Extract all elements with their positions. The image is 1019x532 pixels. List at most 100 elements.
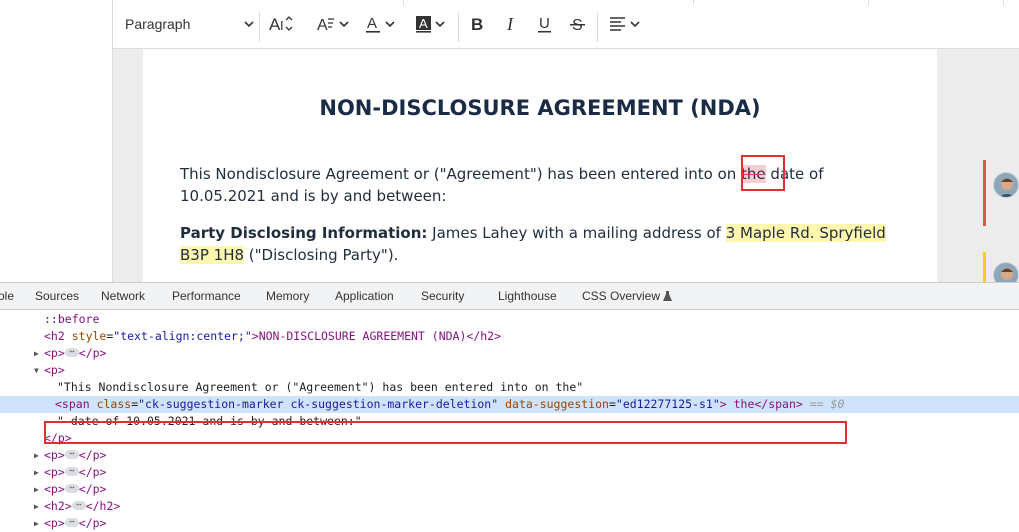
expand-arrow-icon[interactable]: ▶ (34, 345, 39, 362)
user-avatar[interactable] (993, 172, 1019, 198)
p-close-tag: </p> (78, 482, 107, 496)
elements-tree: ::before <h2 style="text-align:center;">… (0, 310, 1019, 530)
font-background-icon: A (416, 16, 445, 33)
h2-text: >NON-DISCLOSURE AGREEMENT (NDA)</h2> (251, 329, 502, 343)
svg-text:I: I (506, 14, 514, 34)
paragraph-1-text-start: This Nondisclosure Agreement or ("Agreem… (180, 165, 742, 183)
text-node-content: "This Nondisclosure Agreement or ("Agree… (57, 380, 584, 394)
font-color-button[interactable]: A (365, 0, 403, 48)
tab-application[interactable]: Application (335, 289, 394, 303)
dom-node-p-expanded[interactable]: ▼ <p> (0, 362, 1019, 379)
document-paragraph-1[interactable]: This Nondisclosure Agreement or ("Agreem… (180, 163, 900, 207)
dom-node-p-collapsed-4[interactable]: ▶ <p> ⋯ </p> (0, 481, 1019, 498)
pseudo-before: ::before (44, 312, 100, 326)
party-disclosing-label: Party Disclosing Information: (180, 224, 428, 242)
h2-open-tag: <h2> (44, 499, 72, 513)
selected-node-highlight-box (44, 421, 847, 444)
p-close-tag: </p> (78, 465, 107, 479)
paragraph-2-text-end: ("Disclosing Party"). (244, 246, 399, 264)
dom-node-p-collapsed-2[interactable]: ▶ <p> ⋯ </p> (0, 447, 1019, 464)
dom-node-span-selected[interactable]: <span class="ck-suggestion-marker ck-sug… (0, 396, 1019, 413)
suggestion-thread-marker[interactable] (983, 160, 986, 226)
ellipsis-icon[interactable]: ⋯ (64, 348, 79, 357)
span-class-attr: class (96, 397, 132, 411)
font-size-button[interactable]: A I (269, 0, 307, 48)
align-left-icon (610, 17, 640, 31)
tab-console[interactable]: ole (0, 289, 14, 303)
underline-button[interactable]: U (537, 0, 553, 48)
devtools-panel: ole Sources Network Performance Memory A… (0, 282, 1019, 530)
paragraph-select-label: Paragraph (125, 16, 191, 32)
selected-node-marker: == $0 (809, 397, 845, 411)
span-text: > the</span> (719, 397, 803, 411)
comment-thread-marker[interactable] (983, 252, 986, 282)
p-close-tag: </p> (78, 516, 107, 530)
tab-css-overview[interactable]: CSS Overview (582, 289, 673, 303)
underline-icon: U (538, 15, 551, 33)
font-family-button[interactable]: A (317, 0, 355, 48)
h2-close-tag: </h2> (85, 499, 121, 513)
svg-text:B: B (471, 15, 483, 34)
dom-node-h2[interactable]: <h2 style="text-align:center;">NON-DISCL… (0, 328, 1019, 345)
paragraph-select[interactable]: Paragraph (125, 0, 255, 48)
tab-performance[interactable]: Performance (172, 289, 241, 303)
alignment-button[interactable] (609, 0, 645, 48)
ellipsis-icon[interactable]: ⋯ (64, 450, 79, 459)
document-paragraph-2[interactable]: Party Disclosing Information: James Lahe… (180, 222, 900, 266)
svg-text:A: A (367, 15, 377, 32)
span-data-value: "ed12277125-s1" (615, 397, 720, 411)
ellipsis-icon[interactable]: ⋯ (71, 501, 86, 510)
tab-css-overview-label: CSS Overview (582, 289, 661, 303)
expand-arrow-icon[interactable]: ▶ (34, 447, 39, 464)
user-avatar-2[interactable] (993, 262, 1019, 282)
italic-icon: I (506, 14, 514, 34)
paragraph-2-text: James Lahey with a mailing address of (427, 224, 726, 242)
tab-sources[interactable]: Sources (35, 289, 79, 303)
dom-node-p-collapsed-3[interactable]: ▶ <p> ⋯ </p> (0, 464, 1019, 481)
suggestion-highlight-box (741, 155, 785, 191)
font-color-icon: A (366, 15, 395, 33)
chevron-down-icon (244, 21, 254, 28)
svg-text:A: A (419, 16, 428, 31)
p-open-tag: <p> (44, 363, 65, 377)
expand-arrow-icon[interactable]: ▶ (34, 464, 39, 481)
span-open-tag: <span (55, 397, 90, 411)
h2-attr-value: "text-align:center;" (113, 329, 252, 343)
avatar-icon (1001, 268, 1013, 280)
avatar-icon (999, 178, 1015, 197)
dom-text-node-1[interactable]: "This Nondisclosure Agreement or ("Agree… (0, 379, 1019, 396)
left-pane (0, 0, 113, 282)
strikethrough-button[interactable]: S (570, 0, 586, 48)
h2-open-tag: <h2 (44, 329, 65, 343)
dom-node-before[interactable]: ::before (0, 311, 1019, 328)
dom-node-p-collapsed-1[interactable]: ▶ <p> ⋯ </p> (0, 345, 1019, 362)
bold-icon: B (471, 15, 483, 34)
expand-arrow-icon[interactable]: ▶ (34, 515, 39, 532)
p-open-tag: <p> (44, 465, 65, 479)
font-background-button[interactable]: A (415, 0, 453, 48)
strikethrough-icon: S (570, 17, 585, 34)
h2-attr-name: style (71, 329, 107, 343)
ellipsis-icon[interactable]: ⋯ (64, 484, 79, 493)
document-title: NON-DISCLOSURE AGREEMENT (NDA) (319, 96, 761, 120)
bold-button[interactable]: B (470, 0, 486, 48)
expand-arrow-icon[interactable]: ▶ (34, 498, 39, 515)
flask-icon (663, 291, 673, 301)
tab-memory[interactable]: Memory (266, 289, 309, 303)
dom-node-h2-collapsed[interactable]: ▶ <h2> ⋯ </h2> (0, 498, 1019, 515)
ellipsis-icon[interactable]: ⋯ (64, 467, 79, 476)
expand-arrow-icon[interactable]: ▶ (34, 481, 39, 498)
collapse-arrow-icon[interactable]: ▼ (34, 362, 39, 379)
span-class-value: "ck-suggestion-marker ck-suggestion-mark… (138, 397, 499, 411)
p-open-tag: <p> (44, 516, 65, 530)
dom-node-p-collapsed-5[interactable]: ▶ <p> ⋯ </p> (0, 515, 1019, 532)
tab-network[interactable]: Network (101, 289, 145, 303)
svg-text:I: I (280, 18, 284, 33)
editor-toolbar: Paragraph A I A A A B I U (113, 0, 1019, 49)
p-close-tag: </p> (78, 448, 107, 462)
p-open-tag: <p> (44, 448, 65, 462)
tab-security[interactable]: Security (421, 289, 464, 303)
italic-button[interactable]: I (504, 0, 520, 48)
tab-lighthouse[interactable]: Lighthouse (498, 289, 557, 303)
p-close-tag: </p> (78, 346, 107, 360)
